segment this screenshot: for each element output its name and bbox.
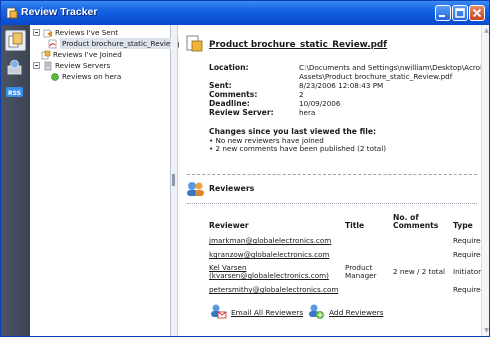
scroll-up-icon[interactable]: ▲ [483, 27, 489, 34]
pdf-icon [48, 39, 57, 49]
tree-node-document[interactable]: Product brochure_static_Review.pdf [48, 38, 192, 49]
close-icon [472, 8, 482, 18]
reviewer-email-link[interactable]: petersmithy@globalelectronics.com [209, 285, 338, 294]
reviewer-type: Initiator [453, 267, 481, 276]
email-all-reviewers-button[interactable]: Email All Reviewers [209, 303, 303, 321]
panel-splitter[interactable] [171, 25, 178, 336]
reviews-rail-button[interactable] [5, 30, 26, 51]
column-header-title[interactable]: Title [345, 221, 364, 230]
server-status-icon [51, 73, 59, 81]
column-header-reviewer[interactable]: Reviewer [209, 221, 249, 230]
detail-pane: Product brochure_static_Review.pdf Locat… [179, 25, 481, 336]
reviewer-title: Manager [345, 271, 377, 280]
tree-node-joined[interactable]: Reviews I've Joined [41, 49, 169, 60]
column-header-type[interactable]: Type [453, 221, 473, 230]
rss-icon: RSS [6, 87, 23, 97]
review-server-label: Review Server: [209, 108, 274, 117]
add-reviewers-icon [309, 304, 324, 319]
reviewer-email-link[interactable]: kgranzow@globalelectronics.com [209, 250, 330, 259]
add-reviewers-button[interactable]: Add Reviewers [307, 303, 397, 321]
app-icon [6, 7, 18, 19]
reviewers-heading: Reviewers [209, 184, 255, 193]
svg-text:RSS: RSS [8, 90, 21, 97]
reviewer-email-link[interactable]: jmarkman@globalelectronics.com [209, 236, 331, 245]
collapse-icon[interactable] [33, 62, 40, 69]
reviewer-type: Required [453, 236, 481, 245]
location-label: Location: [209, 63, 249, 72]
tree-label-joined: Reviews I've Joined [53, 50, 122, 59]
vertical-scrollbar[interactable]: ▲ ▼ [481, 25, 489, 336]
sent-value: 8/23/2006 12:08:43 PM [299, 81, 384, 90]
column-header-comments[interactable]: Comments [393, 221, 438, 230]
location-value-line-2: Assets\Product brochure_static_Review.pd… [299, 72, 453, 81]
location-value-line-1: C:\Documents and Settings\nwilliam\Deskt… [299, 63, 481, 72]
tree-label-servers: Review Servers [55, 61, 111, 70]
review-tracker-window: Review Tracker RSS Reviews I've Sent Pro… [0, 0, 490, 337]
scroll-down-icon[interactable]: ▼ [483, 327, 489, 334]
window-title: Review Tracker [21, 6, 98, 18]
tree-node-server-item[interactable]: Reviews on hera [50, 71, 169, 82]
email-all-reviewers-label: Email All Reviewers [231, 308, 304, 317]
sent-label: Sent: [209, 81, 232, 90]
tree-node-sent[interactable]: Reviews I've Sent [33, 27, 169, 38]
reviews-icon [8, 32, 23, 48]
minimize-icon [439, 15, 445, 17]
tree-label-server-item: Reviews on hera [62, 72, 122, 81]
reviewer-type: Required [453, 250, 481, 259]
close-button[interactable] [469, 5, 485, 21]
deadline-value: 10/09/2006 [299, 99, 341, 108]
servers-rail-button[interactable] [5, 58, 26, 79]
add-reviewers-label: Add Reviewers [329, 308, 384, 317]
rss-rail-button[interactable]: RSS [5, 83, 26, 104]
servers-icon [7, 59, 22, 75]
email-reviewers-icon [211, 304, 227, 319]
reviewer-type: Required [453, 285, 481, 294]
comments-value: 2 [299, 90, 304, 99]
joined-reviews-icon [41, 50, 51, 60]
minimize-button[interactable] [435, 5, 451, 21]
section-divider [187, 174, 477, 175]
splitter-grip[interactable] [172, 174, 175, 186]
collapse-icon[interactable] [33, 29, 40, 36]
reviewer-comments: 2 new / 2 total [393, 267, 445, 276]
change-item: • 2 new comments have been published (2 … [209, 144, 387, 153]
review-tree: Reviews I've Sent Product brochure_stati… [30, 25, 192, 336]
reviewers-icon [187, 182, 204, 196]
review-server-value: hera [299, 108, 316, 117]
document-title-link[interactable]: Product brochure_static_Review.pdf [209, 40, 387, 50]
comments-label: Comments: [209, 90, 258, 99]
maximize-icon [455, 8, 465, 18]
changes-heading: Changes since you last viewed the file: [209, 127, 377, 136]
maximize-button[interactable] [452, 5, 468, 21]
title-bar[interactable]: Review Tracker [1, 1, 489, 25]
deadline-label: Deadline: [209, 99, 250, 108]
document-icon [186, 35, 203, 52]
sent-reviews-icon [43, 29, 52, 38]
reviewer-email-link[interactable]: (kvarsen@globalelectronics.com) [209, 271, 329, 280]
tree-node-servers[interactable]: Review Servers [33, 60, 169, 71]
servers-icon [44, 61, 52, 71]
left-rail: RSS [1, 25, 30, 336]
tree-label-sent: Reviews I've Sent [55, 28, 119, 37]
reviewers-divider [187, 203, 477, 204]
